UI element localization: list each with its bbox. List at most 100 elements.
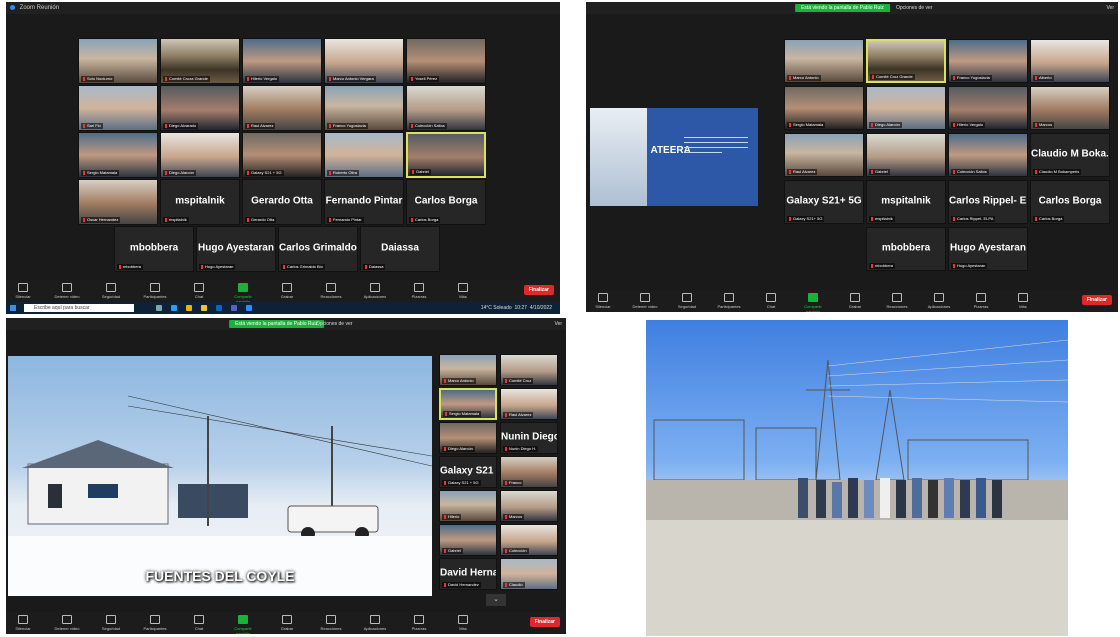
- view-button[interactable]: Ver: [554, 318, 562, 330]
- toolbar-button[interactable]: Participantes: [142, 615, 168, 631]
- participant-video-tile[interactable]: Colección Saltos: [948, 133, 1028, 177]
- toolbar-button[interactable]: Participantes: [716, 293, 742, 309]
- toolbar-button[interactable]: Más: [1010, 293, 1036, 309]
- toolbar-button[interactable]: Pizarras: [406, 283, 432, 299]
- participant-video-tile[interactable]: Comité Cruz Grande: [866, 39, 946, 83]
- participant-name-tile[interactable]: mbobbera mbobbera: [114, 226, 194, 272]
- participant-video-tile[interactable]: Diego Alarcón: [439, 422, 497, 454]
- participant-video-tile[interactable]: Alberto: [1030, 39, 1110, 83]
- participant-name-tile[interactable]: Carlos Rippel- E... Carlos Rippel- ELPA: [948, 180, 1028, 224]
- file-explorer-icon[interactable]: [201, 305, 207, 311]
- toolbar-button[interactable]: Reacciones: [318, 283, 344, 299]
- participant-video-tile[interactable]: Raul Alvarez: [784, 133, 864, 177]
- end-meeting-button[interactable]: Finalizar: [523, 285, 554, 295]
- toolbar-button[interactable]: Chat: [186, 615, 212, 631]
- participant-name-tile[interactable]: Carlos Grimaldo... Carlos Grimaldo Bio: [278, 226, 358, 272]
- participant-video-tile[interactable]: Gabriel: [439, 524, 497, 556]
- participant-video-tile[interactable]: Oscar Hernandez: [78, 179, 158, 225]
- toolbar-button[interactable]: Silenciar: [590, 293, 616, 309]
- participant-name-tile[interactable]: Hugo Ayestaran Hugo Ayestaran: [196, 226, 276, 272]
- participant-name-tile[interactable]: Daiassa Daiassa: [360, 226, 440, 272]
- participant-name-tile[interactable]: mbobbera mbobbera: [866, 227, 946, 271]
- participant-name-tile[interactable]: Carlos Borga Carlos Borga: [406, 179, 486, 225]
- participant-video-tile[interactable]: Sergio Matamala: [78, 132, 158, 178]
- participant-name-tile[interactable]: Fernando Pintar Fernando Pintar: [324, 179, 404, 225]
- toolbar-button[interactable]: Compartir pantalla: [230, 615, 256, 634]
- participant-video-tile[interactable]: Sari Flo: [78, 85, 158, 131]
- participant-video-tile[interactable]: Marco Antonio Vergara: [324, 38, 404, 84]
- toolbar-button[interactable]: Seguridad: [98, 615, 124, 631]
- toolbar-button[interactable]: Pizarras: [406, 615, 432, 631]
- toolbar-button[interactable]: Participantes: [142, 283, 168, 299]
- participant-video-tile[interactable]: Galaxy S21 + 5G: [242, 132, 322, 178]
- participant-video-tile[interactable]: Marco Antonio: [439, 354, 497, 386]
- participant-video-tile[interactable]: Marco Antonio: [784, 39, 864, 83]
- edge-browser-icon[interactable]: [171, 305, 177, 311]
- toolbar-button[interactable]: Compartir pantalla: [800, 293, 826, 312]
- participant-video-tile[interactable]: Gabriel: [866, 133, 946, 177]
- participant-video-tile[interactable]: Diego Alarcón: [866, 86, 946, 130]
- toolbar-button[interactable]: Compartir pantalla: [230, 283, 256, 304]
- participant-video-tile[interactable]: Sergio Matamala: [439, 388, 497, 420]
- view-options-button[interactable]: Opciones de ver: [896, 2, 932, 14]
- participant-video-tile[interactable]: Claudio: [500, 558, 558, 590]
- toolbar-button[interactable]: Detener video: [632, 293, 658, 309]
- participant-name-tile[interactable]: Gerardo Otta Gerardo Otta: [242, 179, 322, 225]
- zoom-taskbar-icon[interactable]: [246, 305, 252, 311]
- toolbar-button[interactable]: Grabar: [842, 293, 868, 309]
- participant-video-tile[interactable]: Franco: [500, 456, 558, 488]
- participant-video-tile[interactable]: Hilerio Vergalo: [948, 86, 1028, 130]
- toolbar-button[interactable]: Aplicaciones: [926, 293, 952, 309]
- participant-name-tile[interactable]: Claudio M Boka... Claudio M Bokamperis: [1030, 133, 1110, 177]
- view-button[interactable]: Ver: [1106, 2, 1114, 14]
- participant-name-tile[interactable]: mspitalnik mspitalnik: [866, 180, 946, 224]
- toolbar-button[interactable]: Más: [450, 615, 476, 631]
- participant-video-tile[interactable]: Diego Alarcón: [160, 132, 240, 178]
- toolbar-button[interactable]: Seguridad: [674, 293, 700, 309]
- participant-video-tile[interactable]: Hilerio Vergalo: [242, 38, 322, 84]
- participant-video-tile[interactable]: Colección: [500, 524, 558, 556]
- toolbar-button[interactable]: Reacciones: [318, 615, 344, 631]
- participant-video-tile[interactable]: Marcos: [500, 490, 558, 522]
- participant-name-tile[interactable]: mspitalnik mspitalnik: [160, 179, 240, 225]
- participant-video-tile[interactable]: Franco Yugoslavia: [324, 85, 404, 131]
- end-meeting-button[interactable]: Finalizar: [529, 617, 560, 627]
- participant-name-tile[interactable]: David Hernandez David Hernandez: [439, 558, 497, 590]
- participant-video-tile[interactable]: Colección Saltos: [406, 85, 486, 131]
- toolbar-button[interactable]: Más: [450, 283, 476, 299]
- toolbar-button[interactable]: Reacciones: [884, 293, 910, 309]
- participant-video-tile[interactable]: Hilerio: [439, 490, 497, 522]
- participant-video-tile[interactable]: Roberto Oltra: [324, 132, 404, 178]
- end-meeting-button[interactable]: Finalizar: [1081, 295, 1112, 305]
- taskbar-search-input[interactable]: Escribe aquí para buscar: [24, 304, 134, 312]
- participant-name-tile[interactable]: Galaxy S21+ 5G Galaxy S21+ 5G: [784, 180, 864, 224]
- toolbar-button[interactable]: Grabar: [274, 615, 300, 631]
- view-options-button[interactable]: Opciones de ver: [316, 318, 352, 330]
- toolbar-button[interactable]: Pizarras: [968, 293, 994, 309]
- toolbar-button[interactable]: Seguridad: [98, 283, 124, 299]
- participant-video-tile[interactable]: Diego Alvarado: [160, 85, 240, 131]
- participant-video-tile[interactable]: Yoseli Pérez: [406, 38, 486, 84]
- toolbar-button[interactable]: Aplicaciones: [362, 615, 388, 631]
- toolbar-button[interactable]: Aplicaciones: [362, 283, 388, 299]
- teams-icon[interactable]: [231, 305, 237, 311]
- participant-name-tile[interactable]: Carlos Borga Carlos Borga: [1030, 180, 1110, 224]
- toolbar-button[interactable]: Silenciar: [10, 283, 36, 299]
- toolbar-button[interactable]: Detener video: [54, 283, 80, 299]
- participant-name-tile[interactable]: Hugo Ayestaran Hugo Ayestaran: [948, 227, 1028, 271]
- toolbar-button[interactable]: Chat: [186, 283, 212, 299]
- toolbar-button[interactable]: Grabar: [274, 283, 300, 299]
- scroll-down-button[interactable]: ⌄: [486, 594, 506, 606]
- participant-video-tile[interactable]: Gabriel: [406, 132, 486, 178]
- toolbar-button[interactable]: Silenciar: [10, 615, 36, 631]
- participant-video-tile[interactable]: Comité Cruza Grande: [160, 38, 240, 84]
- participant-video-tile[interactable]: Marcos: [1030, 86, 1110, 130]
- chrome-icon[interactable]: [186, 305, 192, 311]
- toolbar-button[interactable]: Detener video: [54, 615, 80, 631]
- participant-name-tile[interactable]: Galaxy S21 + 5G Galaxy S21 + 5G: [439, 456, 497, 488]
- participant-name-tile[interactable]: Nunin Diego H. Nunin Diego H.: [500, 422, 558, 454]
- participant-video-tile[interactable]: Franco Yugoslavia: [948, 39, 1028, 83]
- participant-video-tile[interactable]: Solo Nocturno: [78, 38, 158, 84]
- participant-video-tile[interactable]: Comité Cruz: [500, 354, 558, 386]
- participant-video-tile[interactable]: Raul Alvarez: [242, 85, 322, 131]
